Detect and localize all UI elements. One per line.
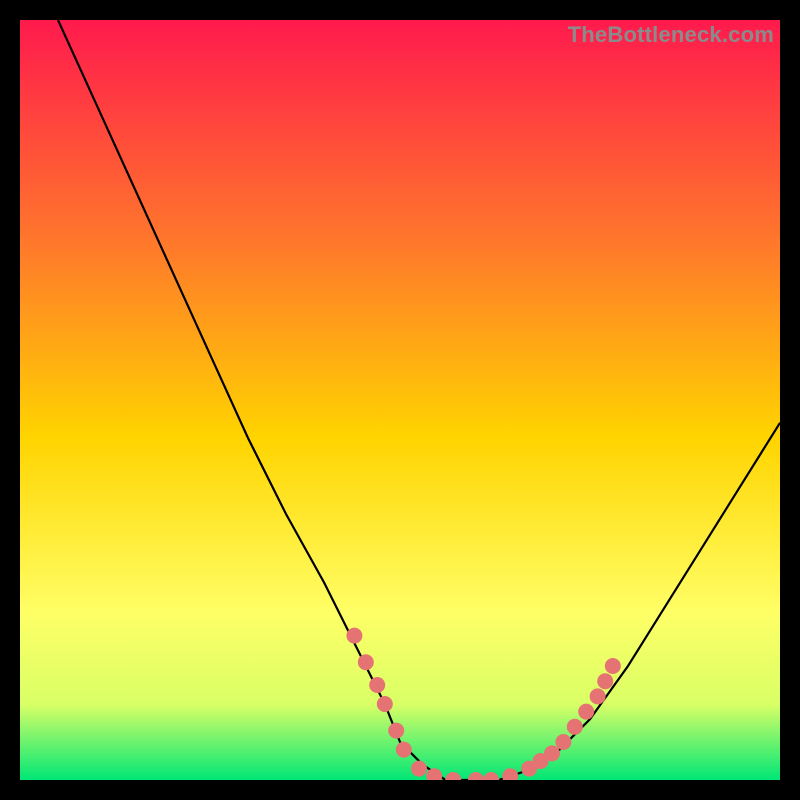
- marker-dot: [555, 734, 571, 750]
- marker-dot: [597, 673, 613, 689]
- marker-dot: [605, 658, 621, 674]
- marker-dot: [358, 654, 374, 670]
- marker-dot: [544, 745, 560, 761]
- marker-dot: [578, 704, 594, 720]
- marker-dot: [567, 719, 583, 735]
- gradient-background: [20, 20, 780, 780]
- marker-dot: [377, 696, 393, 712]
- marker-dot: [590, 688, 606, 704]
- chart-frame: TheBottleneck.com: [20, 20, 780, 780]
- marker-dot: [388, 723, 404, 739]
- marker-dot: [346, 628, 362, 644]
- marker-dot: [396, 742, 412, 758]
- bottleneck-chart: [20, 20, 780, 780]
- watermark-text: TheBottleneck.com: [568, 22, 774, 48]
- marker-dot: [369, 677, 385, 693]
- marker-dot: [411, 761, 427, 777]
